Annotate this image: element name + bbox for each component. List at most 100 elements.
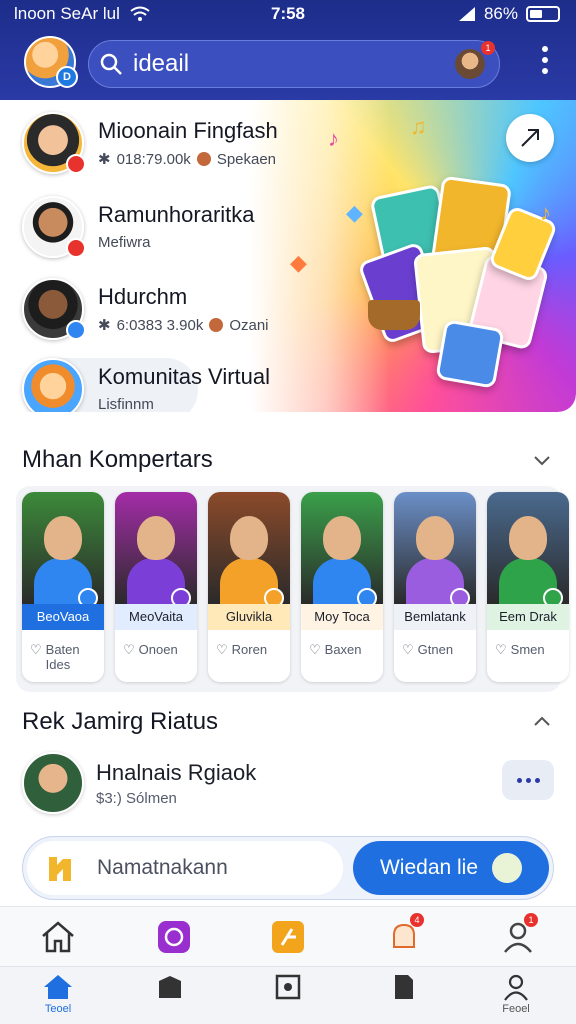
inbox-icon [159, 976, 181, 998]
overflow-menu-icon[interactable] [542, 46, 548, 74]
nav-files[interactable] [374, 973, 434, 1023]
contact-row[interactable]: Ramunhoraritka Mefiwra [22, 196, 352, 262]
verified-badge-icon: D [56, 66, 78, 88]
contact-meta: ✱ 018:79.00k Spekaen [98, 150, 277, 169]
gallery-icon [275, 974, 301, 1000]
card-illustration [435, 319, 505, 389]
contact-tag: Spekaen [216, 150, 277, 168]
contact-meta: ✱ 6:0383 3.90k Ozani [98, 316, 269, 335]
chevron-up-icon[interactable] [532, 712, 552, 732]
contact-row[interactable]: Hdurchm ✱ 6:0383 3.90k Ozani [22, 278, 352, 344]
story-caption: Bemlatank [394, 604, 476, 630]
story-card[interactable]: Gluvikla ♡ Roren [208, 492, 290, 682]
shortcut-app-icon[interactable] [266, 915, 310, 959]
share-button[interactable] [506, 114, 554, 162]
story-carousel[interactable]: BeoVaoa ♡ Baten Ides MeoVaita ♡ Onoen Gluvikla ♡… [16, 486, 569, 692]
story-photo [301, 492, 383, 604]
notification-dot: 4 [410, 913, 424, 927]
chat-bubble-icon: ♡ [309, 642, 321, 657]
live-status-row[interactable]: Hnalnais Rgiaok $3:) Sólmen [22, 752, 554, 822]
story-action-label: Roren [231, 642, 268, 657]
story-action[interactable]: ♡ Gtnen [402, 642, 453, 658]
story-card[interactable]: BeoVaoa ♡ Baten Ides [22, 492, 104, 682]
status-bar: lnoon SeAr lul 7:58 86% [0, 0, 576, 28]
file-icon [395, 975, 413, 999]
story-caption: BeoVaoa [22, 604, 104, 630]
nav-profile[interactable]: Feoel [486, 973, 546, 1023]
story-photo [115, 492, 197, 604]
live-name: Hnalnais Rgiaok [96, 760, 257, 785]
action-input-label: Namatnakann [97, 856, 228, 879]
contact-avatar [22, 112, 86, 174]
story-card[interactable]: Eem Drak ♡ Smen [487, 492, 569, 682]
story-card[interactable]: MeoVaita ♡ Onoen [115, 492, 197, 682]
home-icon [44, 975, 72, 999]
story-action-label: Gtnen [417, 642, 454, 657]
story-photo [208, 492, 290, 604]
story-caption: Gluvikla [208, 604, 290, 630]
search-icon [89, 52, 133, 76]
person-face [323, 516, 361, 560]
story-card[interactable]: Moy Toca ♡ Baxen [301, 492, 383, 682]
app-logo-icon [39, 847, 81, 889]
story-action[interactable]: ♡ Baxen [309, 642, 362, 658]
story-card[interactable]: Bemlatank ♡ Gtnen [394, 492, 476, 682]
person-face [44, 516, 82, 560]
story-action-label: Smen [510, 642, 545, 657]
primary-action-button[interactable]: Wiedan lie [353, 841, 549, 895]
account-icon[interactable]: 1 [496, 913, 540, 959]
contact-tag: Ozani [229, 316, 269, 334]
leaf-icon [492, 853, 523, 883]
app-header: lnoon SeAr lul 7:58 86% D 1 [0, 0, 576, 100]
chat-bubble-icon: ♡ [216, 642, 228, 657]
contact-avatar [22, 196, 86, 258]
person-face [416, 516, 454, 560]
contact-row[interactable]: Mioonain Fingfash ✱ 018:79.00k Spekaen [22, 112, 352, 178]
story-action[interactable]: ♡ Baten Ides [30, 642, 80, 672]
action-bar: Namatnakann Wiedan lie [22, 836, 554, 900]
status-badge [66, 320, 86, 340]
contact-avatar [22, 278, 86, 340]
story-caption: Moy Toca [301, 604, 383, 630]
profile-avatar[interactable]: D [24, 36, 78, 88]
more-options-button[interactable] [502, 760, 554, 800]
story-photo [22, 492, 104, 604]
nav-gallery[interactable] [258, 973, 318, 1023]
basket-illustration [368, 300, 420, 330]
profile-icon [504, 974, 528, 1001]
story-action-label: Baten [45, 642, 80, 657]
chat-bubble-icon: ♡ [495, 642, 507, 657]
contact-name: Ramunhoraritka [98, 202, 255, 227]
home-outline-icon[interactable] [36, 915, 80, 959]
battery-percent: 86% [483, 4, 518, 23]
person-face [230, 516, 268, 560]
story-photo [487, 492, 569, 604]
puzzle-icon: ✱ [98, 317, 111, 334]
search-input[interactable] [133, 50, 433, 78]
nav-home-label: Teoel [44, 1003, 72, 1015]
shortcut-bar: 4 1 [0, 906, 576, 966]
signal-icon [458, 7, 475, 21]
story-action[interactable]: ♡ Onoen [123, 642, 178, 658]
community-row[interactable]: Komunitas Virtual Lisfinnm [22, 358, 352, 412]
user-avatar-chip[interactable] [455, 49, 485, 79]
action-input[interactable]: Namatnakann [27, 841, 343, 895]
chat-bubble-icon: ♡ [123, 642, 135, 657]
primary-action-label: Wiedan lie [379, 856, 479, 879]
story-action[interactable]: ♡ Smen [495, 642, 545, 658]
chat-bubble-icon: ♡ [402, 642, 414, 657]
story-action[interactable]: ♡ Roren [216, 642, 267, 658]
search-bar[interactable]: 1 [88, 40, 500, 88]
live-meta: $3:) Sólmen [96, 790, 177, 807]
contact-meta: Mefiwra [98, 234, 151, 251]
nav-inbox[interactable] [140, 973, 200, 1023]
camera-icon[interactable] [152, 915, 196, 959]
chevron-down-icon[interactable] [532, 450, 552, 470]
status-badge [66, 238, 86, 258]
contact-name: Hdurchm [98, 284, 188, 309]
nav-home[interactable]: Teoel [28, 973, 88, 1023]
story-caption: MeoVaita [115, 604, 197, 630]
nav-profile-label: Feoel [502, 1003, 530, 1015]
bell-icon[interactable]: 4 [382, 913, 426, 959]
story-photo [394, 492, 476, 604]
